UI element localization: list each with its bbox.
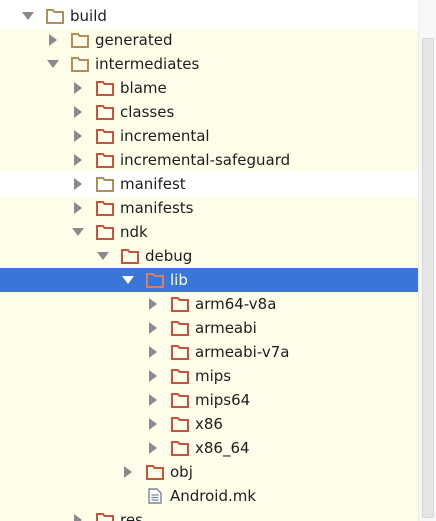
tree-row-android-mk[interactable]: Android.mk xyxy=(0,484,418,508)
tree-row-label: blame xyxy=(120,79,167,97)
tree-row-label: mips64 xyxy=(195,391,251,409)
folder-excluded-icon xyxy=(96,200,114,216)
tree-row-label: obj xyxy=(170,463,193,481)
tree-row-generated[interactable]: generated xyxy=(0,28,418,52)
tree-row-label: mips xyxy=(195,367,232,385)
tree-row-label: generated xyxy=(95,31,173,49)
chevron-right-icon[interactable] xyxy=(72,76,86,100)
chevron-right-icon[interactable] xyxy=(147,436,161,460)
chevron-down-icon[interactable] xyxy=(47,52,61,76)
tree-row-label: x86 xyxy=(195,415,223,433)
tree-row-obj[interactable]: obj xyxy=(0,460,418,484)
folder-excluded-icon xyxy=(171,368,189,384)
tree-row-debug[interactable]: debug xyxy=(0,244,418,268)
folder-excluded-icon xyxy=(171,392,189,408)
tree-row-label: arm64-v8a xyxy=(195,295,277,313)
tree-row-label: ndk xyxy=(120,223,148,241)
chevron-right-icon[interactable] xyxy=(147,316,161,340)
tree-row-res[interactable]: res xyxy=(0,508,418,521)
project-tree: build generated intermediates blame clas… xyxy=(0,0,436,521)
tree-row-label: x86_64 xyxy=(195,439,250,457)
tree-row-x86[interactable]: x86 xyxy=(0,412,418,436)
vertical-scrollbar[interactable] xyxy=(418,0,436,521)
tree-row-armeabi-v7a[interactable]: armeabi-v7a xyxy=(0,340,418,364)
folder-excluded-icon xyxy=(171,344,189,360)
chevron-down-icon[interactable] xyxy=(22,4,36,28)
tree-row-label: classes xyxy=(120,103,175,121)
tree-row-label: Android.mk xyxy=(170,487,257,505)
tree-row-mips64[interactable]: mips64 xyxy=(0,388,418,412)
chevron-right-icon[interactable] xyxy=(72,124,86,148)
chevron-right-icon[interactable] xyxy=(72,100,86,124)
file-icon xyxy=(148,488,166,504)
folder-excluded-icon xyxy=(96,224,114,240)
tree-row-label: lib xyxy=(170,271,188,289)
tree-row-incremental-safeguard[interactable]: incremental-safeguard xyxy=(0,148,418,172)
tree-row-label: res xyxy=(120,511,143,521)
tree-row-incremental[interactable]: incremental xyxy=(0,124,418,148)
chevron-down-icon[interactable] xyxy=(72,220,86,244)
tree-row-label: debug xyxy=(145,247,193,265)
folder-icon xyxy=(71,32,89,48)
tree-row-armeabi[interactable]: armeabi xyxy=(0,316,418,340)
folder-excluded-icon xyxy=(171,416,189,432)
chevron-right-icon[interactable] xyxy=(122,460,136,484)
tree-row-arm64-v8a[interactable]: arm64-v8a xyxy=(0,292,418,316)
tree-row-build[interactable]: build xyxy=(0,4,418,28)
folder-excluded-icon xyxy=(146,464,164,480)
tree-row-label: incremental-safeguard xyxy=(120,151,291,169)
folder-icon xyxy=(96,176,114,192)
tree-row-lib[interactable]: lib xyxy=(0,268,418,292)
chevron-right-icon[interactable] xyxy=(47,28,61,52)
tree-row-blame[interactable]: blame xyxy=(0,76,418,100)
tree-row-label: intermediates xyxy=(95,55,200,73)
chevron-right-icon[interactable] xyxy=(147,388,161,412)
folder-excluded-icon xyxy=(96,104,114,120)
folder-excluded-icon xyxy=(121,248,139,264)
chevron-right-icon[interactable] xyxy=(72,196,86,220)
tree-row-label: manifest xyxy=(120,175,186,193)
folder-icon xyxy=(71,56,89,72)
tree-row-ndk[interactable]: ndk xyxy=(0,220,418,244)
tree-row-label: incremental xyxy=(120,127,210,145)
tree-row-label: armeabi-v7a xyxy=(195,343,290,361)
tree-row-classes[interactable]: classes xyxy=(0,100,418,124)
tree-row-label: manifests xyxy=(120,199,194,217)
tree-row-manifests[interactable]: manifests xyxy=(0,196,418,220)
folder-icon xyxy=(46,8,64,24)
folder-excluded-icon xyxy=(171,296,189,312)
chevron-right-icon[interactable] xyxy=(147,412,161,436)
chevron-right-icon[interactable] xyxy=(72,172,86,196)
folder-excluded-icon xyxy=(146,272,164,288)
chevron-down-icon[interactable] xyxy=(122,268,136,292)
folder-excluded-icon xyxy=(96,152,114,168)
chevron-right-icon[interactable] xyxy=(147,364,161,388)
tree-row-label: build xyxy=(70,7,107,25)
chevron-right-icon[interactable] xyxy=(72,508,86,521)
tree-row-manifest[interactable]: manifest xyxy=(0,172,418,196)
tree-row-x86_64[interactable]: x86_64 xyxy=(0,436,418,460)
chevron-down-icon[interactable] xyxy=(97,244,111,268)
chevron-right-icon[interactable] xyxy=(147,340,161,364)
folder-excluded-icon xyxy=(171,440,189,456)
tree-row-intermediates[interactable]: intermediates xyxy=(0,52,418,76)
folder-excluded-icon xyxy=(96,128,114,144)
folder-excluded-icon xyxy=(96,80,114,96)
folder-excluded-icon xyxy=(171,320,189,336)
tree-row-mips[interactable]: mips xyxy=(0,364,418,388)
chevron-right-icon[interactable] xyxy=(72,148,86,172)
tree-row-label: armeabi xyxy=(195,319,257,337)
chevron-right-icon[interactable] xyxy=(147,292,161,316)
scrollbar-thumb[interactable] xyxy=(422,38,434,518)
folder-excluded-icon xyxy=(96,512,114,521)
